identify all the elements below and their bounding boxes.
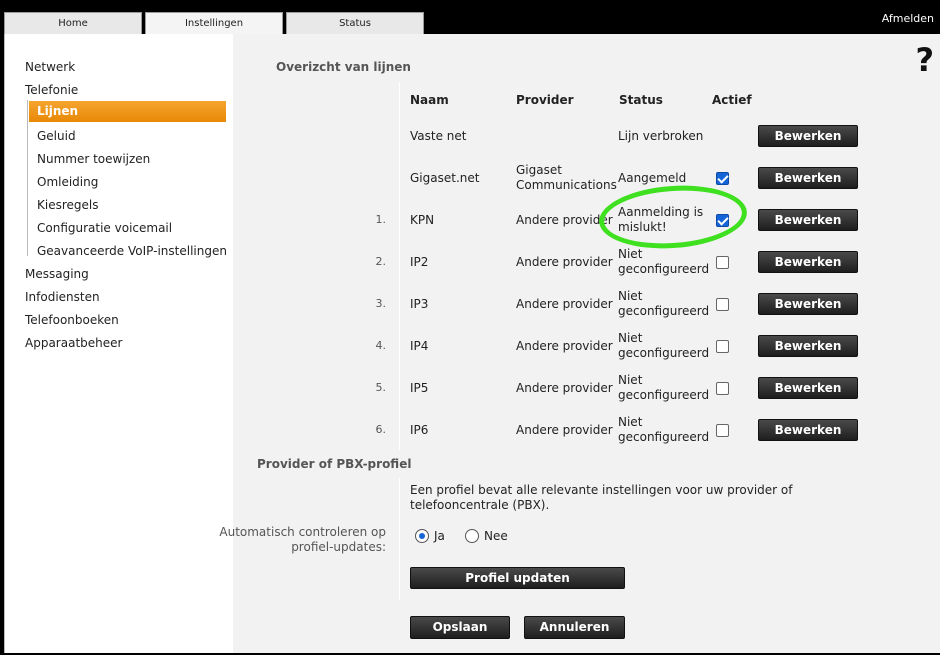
edit-button[interactable]: Bewerken: [758, 251, 858, 273]
line-provider: Andere provider: [516, 423, 613, 437]
logout-link[interactable]: Afmelden: [882, 12, 934, 25]
sidebar-item-kiesregels[interactable]: Kiesregels: [37, 197, 98, 213]
line-name: Gigaset.net: [410, 171, 480, 185]
tab-status[interactable]: Status: [286, 12, 424, 34]
auto-check-label-line1: Automatisch controleren op: [219, 525, 386, 539]
row-number: 3.: [375, 297, 387, 310]
line-status-line2: geconfigureerd: [618, 430, 710, 444]
edit-button[interactable]: Bewerken: [758, 209, 858, 231]
header-status: Status: [619, 93, 663, 107]
line-status-line2: geconfigureerd: [618, 388, 710, 402]
active-checkbox[interactable]: [716, 298, 729, 311]
radio-ja-label[interactable]: Ja: [434, 529, 445, 544]
tab-instellingen[interactable]: Instellingen: [145, 12, 283, 35]
active-checkbox[interactable]: [716, 340, 729, 353]
line-status: Lijn verbroken: [618, 129, 704, 143]
section-title-lines: Overizcht van lijnen: [276, 60, 411, 74]
column-separator-pbx: [399, 478, 400, 600]
active-checkbox[interactable]: [716, 172, 729, 185]
line-status: Niet: [618, 331, 643, 345]
status-highlight-annotation: [597, 180, 749, 254]
sidebar: Netwerk Telefonie Lijnen Geluid Nummer t…: [5, 34, 233, 653]
line-name: IP4: [410, 339, 429, 353]
radio-nee[interactable]: [465, 529, 479, 543]
sidebar-item-geluid[interactable]: Geluid: [37, 128, 76, 144]
edit-button[interactable]: Bewerken: [758, 167, 858, 189]
header-name: Naam: [410, 93, 449, 107]
sidebar-item-lijnen[interactable]: Lijnen: [29, 101, 226, 122]
section-title-pbx: Provider of PBX-profiel: [257, 457, 412, 471]
line-name: IP2: [410, 255, 429, 269]
sidebar-item-voicemail[interactable]: Configuratie voicemail: [37, 220, 172, 236]
cancel-button[interactable]: Annuleren: [524, 616, 625, 639]
edit-button[interactable]: Bewerken: [758, 125, 858, 147]
sidebar-item-nummer-toewijzen[interactable]: Nummer toewijzen: [37, 151, 150, 167]
radio-ja[interactable]: [415, 529, 429, 543]
line-status-line2: geconfigureerd: [618, 262, 710, 276]
subnav-divider: [27, 100, 28, 256]
edit-button[interactable]: Bewerken: [758, 293, 858, 315]
sidebar-item-telefoonboeken[interactable]: Telefoonboeken: [25, 312, 119, 328]
active-checkbox[interactable]: [716, 424, 729, 437]
line-status: Niet: [618, 415, 643, 429]
profile-update-button[interactable]: Profiel updaten: [410, 567, 625, 589]
tab-home[interactable]: Home: [4, 12, 142, 34]
edit-button[interactable]: Bewerken: [758, 335, 858, 357]
edit-button[interactable]: Bewerken: [758, 377, 858, 399]
line-status: Niet: [618, 289, 643, 303]
help-icon[interactable]: ?: [915, 40, 934, 80]
line-status: Niet: [618, 373, 643, 387]
row-number: 5.: [375, 381, 387, 394]
row-number: 4.: [375, 339, 387, 352]
top-navigation: Home Instellingen Status Afmelden: [0, 0, 940, 35]
line-status: Niet: [618, 247, 643, 261]
column-separator: [399, 82, 400, 450]
header-active: Actief: [712, 93, 752, 107]
sidebar-item-omleiding[interactable]: Omleiding: [37, 174, 98, 190]
main-panel: Netwerk Telefonie Lijnen Geluid Nummer t…: [4, 34, 940, 653]
line-name: Vaste net: [410, 129, 467, 143]
active-checkbox[interactable]: [716, 382, 729, 395]
sidebar-item-messaging[interactable]: Messaging: [25, 266, 89, 282]
row-number: 6.: [375, 423, 387, 436]
line-provider: Gigaset: [516, 163, 562, 177]
line-name: KPN: [410, 213, 435, 227]
line-name: IP5: [410, 381, 429, 395]
line-provider: Andere provider: [516, 339, 613, 353]
line-name: IP6: [410, 423, 429, 437]
active-checkbox[interactable]: [716, 256, 729, 269]
sidebar-item-infodiensten[interactable]: Infodiensten: [25, 289, 100, 305]
line-provider: Andere provider: [516, 381, 613, 395]
line-status: Aangemeld: [618, 171, 687, 185]
line-status-line2: geconfigureerd: [618, 346, 710, 360]
line-provider-line2: Communications: [516, 178, 617, 192]
header-provider: Provider: [516, 93, 574, 107]
save-button[interactable]: Opslaan: [410, 616, 510, 639]
sidebar-item-telefonie[interactable]: Telefonie: [25, 82, 78, 98]
row-number: 2.: [375, 255, 387, 268]
line-provider: Andere provider: [516, 297, 613, 311]
line-status-line2: geconfigureerd: [618, 304, 710, 318]
auto-check-label-line2: profiel-updates:: [291, 540, 386, 554]
sidebar-item-apparaatbeheer[interactable]: Apparaatbeheer: [25, 335, 122, 351]
line-name: IP3: [410, 297, 429, 311]
radio-nee-label[interactable]: Nee: [484, 529, 508, 544]
pbx-description: Een profiel bevat alle relevante instell…: [410, 483, 793, 512]
row-number: 1.: [375, 213, 387, 226]
sidebar-item-voip[interactable]: Geavanceerde VoIP-instellingen: [37, 243, 227, 259]
edit-button[interactable]: Bewerken: [758, 419, 858, 441]
sidebar-item-netwerk[interactable]: Netwerk: [25, 59, 75, 75]
line-provider: Andere provider: [516, 255, 613, 269]
